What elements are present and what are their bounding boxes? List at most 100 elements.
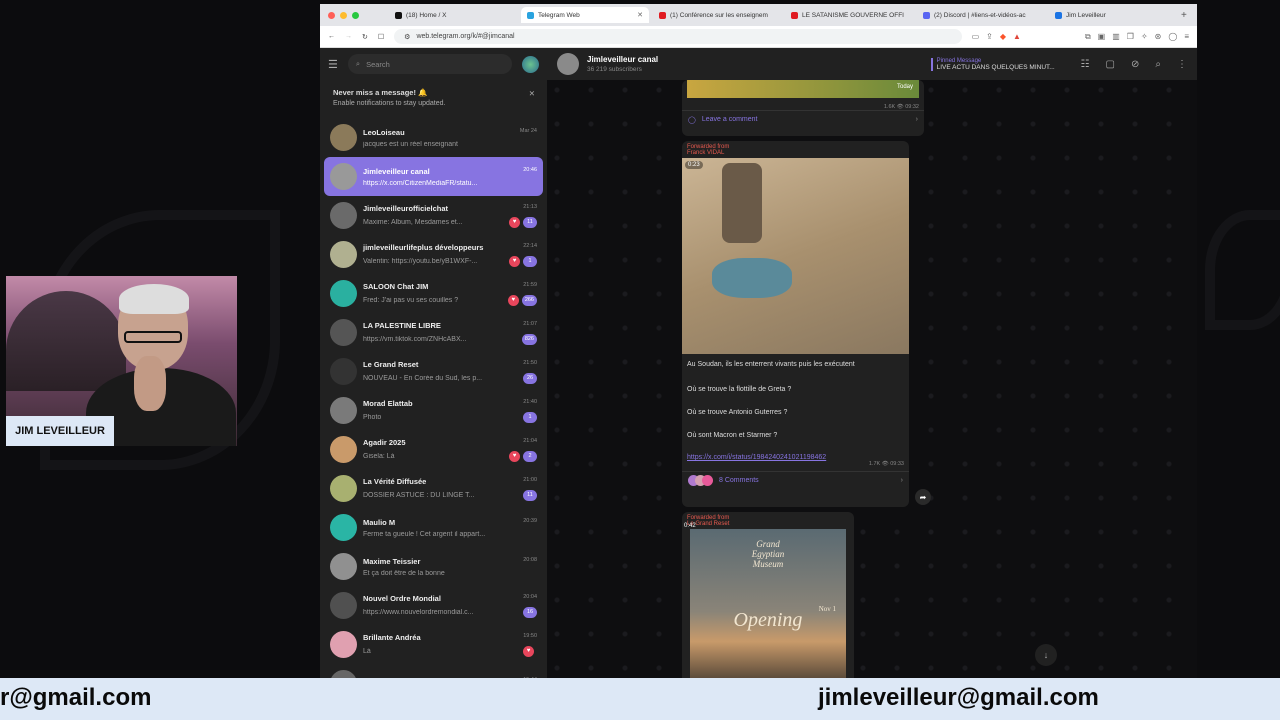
bookmark-icon[interactable]: ☐ bbox=[378, 33, 384, 41]
chat-list-item[interactable]: LA PALESTINE LIBRE 21:07 https://vm.tiktok… bbox=[324, 313, 543, 352]
chat-time: 21:13 bbox=[523, 203, 537, 210]
video-thumbnail[interactable]: 0:23 bbox=[682, 158, 909, 354]
close-tab-icon[interactable]: ✕ bbox=[637, 11, 643, 19]
chat-list-item[interactable]: Agadir 2025 21:04 Gisela: Là ♥ 2 bbox=[324, 430, 543, 469]
site-info-icon[interactable]: ⚙ bbox=[404, 33, 410, 41]
profile-icon[interactable]: ◯ bbox=[1168, 32, 1177, 42]
cast-icon[interactable]: ▭ bbox=[972, 32, 980, 42]
close-window-button[interactable] bbox=[328, 11, 335, 19]
chat-time: 20:08 bbox=[523, 556, 537, 563]
chat-preview: https://vm.tiktok.com/ZNHcABX... bbox=[363, 335, 467, 343]
chat-list-item[interactable]: Nouvel Ordre Mondial 20:04 https://www.nou… bbox=[324, 586, 543, 625]
browser-window: (18) Home / X Telegram Web ✕ (1) Conférence… bbox=[320, 4, 1197, 678]
video-duration: 0:42 bbox=[684, 523, 696, 529]
avatar bbox=[330, 670, 357, 678]
pinned-list-icon[interactable]: ☷ bbox=[1081, 59, 1090, 70]
message-link[interactable]: https://x.com/i/status/19842402410211984… bbox=[682, 454, 909, 461]
avatar bbox=[330, 553, 357, 580]
chat-preview: https://x.com/CitizenMediaFR/statu... bbox=[363, 179, 478, 187]
decorative-leaf bbox=[1205, 210, 1280, 330]
heart-reaction-icon: ♥ bbox=[509, 450, 520, 462]
menu-icon[interactable]: ≡ bbox=[1184, 32, 1189, 42]
chat-preview: Fred: J'ai pas vu ses couilles ? bbox=[363, 296, 459, 304]
close-icon[interactable]: ✕ bbox=[529, 89, 535, 98]
chat-list-item[interactable]: Maxime Teissier 20:08 Et ça doit être de l… bbox=[324, 547, 543, 586]
tab-label: (1) Conférence sur les enseignem bbox=[670, 11, 768, 19]
heart-reaction-icon: ♥ bbox=[507, 294, 519, 306]
chat-header[interactable]: Jimleveilleur canal 36 219 subscribers P… bbox=[547, 48, 1197, 80]
forward-icon[interactable]: → bbox=[345, 33, 352, 40]
extensions-puzzle-icon[interactable]: ✧ bbox=[1141, 32, 1148, 42]
share-icon[interactable]: ⇪ bbox=[986, 32, 993, 42]
browser-tab[interactable]: Telegram Web ✕ bbox=[521, 7, 649, 23]
comments-button[interactable]: 8 Comments › bbox=[682, 471, 909, 489]
chat-time: 21:07 bbox=[523, 320, 537, 327]
notification-banner[interactable]: Never miss a message! 🔔 Enable notificat… bbox=[326, 84, 541, 114]
chat-list-item[interactable]: Morad Elattab 21:40 Photo 1 bbox=[324, 391, 543, 430]
search-icon[interactable]: ⌕ bbox=[1155, 59, 1161, 70]
chat-preview: Et ça doit être de la bonne bbox=[363, 569, 445, 577]
maximize-window-button[interactable] bbox=[352, 11, 359, 19]
message-bubble[interactable]: Forwarded from Le Grand Reset 0:42 Grand… bbox=[682, 512, 854, 678]
chat-time: 22:14 bbox=[523, 242, 537, 249]
avatar bbox=[330, 241, 357, 268]
leave-comment-button[interactable]: ◯ Leave a comment › bbox=[682, 110, 924, 128]
avatar bbox=[330, 280, 357, 307]
chat-list-item[interactable]: LeoLoiseau Mar 24 jacques est un réel ense… bbox=[324, 118, 543, 157]
mute-icon[interactable]: ⊘ bbox=[1131, 59, 1139, 70]
person-hand bbox=[134, 356, 166, 411]
sidebar-toggle-icon[interactable]: ▥ bbox=[1112, 32, 1120, 42]
back-icon[interactable]: ← bbox=[328, 33, 335, 40]
chat-list-item[interactable]: SALOON Chat JIM 21:59 Fred: J'ai pas vu se… bbox=[324, 274, 543, 313]
chat-preview: Gisela: Là bbox=[363, 452, 395, 460]
tabs-icon[interactable]: ❐ bbox=[1127, 32, 1134, 42]
video-thumbnail[interactable]: 0:42 Grand Egyptian Museum Nov 1 Opening bbox=[684, 523, 846, 678]
channel-name: Jimleveilleur canal bbox=[587, 55, 659, 64]
chat-list-item[interactable]: Brillante Andréa 19:50 Là ♥ bbox=[324, 625, 543, 664]
message-image[interactable]: Today bbox=[687, 80, 919, 98]
chat-list-item[interactable]: Jean-Dominique Michel (Officiel)15:44 bbox=[324, 664, 543, 678]
poster-text: Egyptian bbox=[751, 549, 785, 559]
tab-favicon-icon bbox=[659, 11, 666, 19]
chat-name: Jimleveilleur canal bbox=[363, 166, 430, 176]
comments-icon[interactable]: ▢ bbox=[1106, 59, 1115, 70]
rewards-icon[interactable]: ▲ bbox=[1013, 32, 1021, 42]
chat-preview: Valentin: https://youtu.be/yB1WXF-... bbox=[363, 257, 478, 265]
message-bubble[interactable]: Today 1.6K 👁 09:32 ◯ Leave a comment › bbox=[682, 80, 924, 136]
brave-shield-icon[interactable]: ◆ bbox=[1000, 32, 1006, 42]
chat-name: SALOON Chat JIM bbox=[363, 281, 429, 291]
browser-tab[interactable]: Jim Leveilleur bbox=[1049, 7, 1177, 23]
channel-avatar[interactable] bbox=[557, 53, 579, 75]
message-bubble[interactable]: Forwarded from Franck VIDAL 0:23 Au Soud… bbox=[682, 141, 909, 507]
reload-icon[interactable]: ↻ bbox=[362, 33, 368, 41]
search-placeholder: Search bbox=[366, 59, 390, 69]
scroll-down-button[interactable]: ↓ bbox=[1035, 644, 1057, 666]
forwarded-source[interactable]: Franck VIDAL bbox=[682, 150, 909, 158]
browser-tab[interactable]: (2) Discord | #liens-et-vidéos-ac bbox=[917, 7, 1045, 23]
account-avatar[interactable] bbox=[522, 55, 539, 73]
notice-title: Never miss a message! 🔔 bbox=[333, 88, 428, 97]
browser-tab[interactable]: LE SATANISME GOUVERNE OFFI bbox=[785, 7, 913, 23]
browser-tab[interactable]: (18) Home / X bbox=[389, 7, 517, 23]
more-options-icon[interactable]: ⋮ bbox=[1177, 59, 1187, 70]
share-message-button[interactable]: ➦ bbox=[915, 489, 931, 505]
extension-icon[interactable]: ⧉ bbox=[1085, 32, 1091, 42]
telegram-app: ☰ ⌕ Search Never miss a message! 🔔 Enabl… bbox=[320, 48, 1197, 678]
pinned-message[interactable]: Pinned Message LIVE ACTU DANS QUELQUES M… bbox=[930, 57, 1059, 71]
browser-tab[interactable]: (1) Conférence sur les enseignem bbox=[653, 7, 781, 23]
hamburger-menu-icon[interactable]: ☰ bbox=[328, 58, 338, 71]
vpn-icon[interactable]: ⊛ bbox=[1155, 32, 1162, 42]
email-ticker-left: r@gmail.com bbox=[0, 684, 152, 711]
url-field[interactable]: ⚙ web.telegram.org/k/#@jimcanal bbox=[394, 29, 962, 44]
chat-list-item[interactable]: La Vérité Diffusée 21:00 DOSSIER ASTUCE : … bbox=[324, 469, 543, 508]
search-input[interactable]: ⌕ Search bbox=[347, 54, 512, 74]
minimize-window-button[interactable] bbox=[340, 11, 347, 19]
chat-list-item[interactable]: Maulio M 20:39 Ferme ta gueule ! Cet argen… bbox=[324, 508, 543, 547]
chat-list-item[interactable]: Jimleveilleur canal 20:46 https://x.com/Ci… bbox=[324, 157, 543, 196]
chat-list-item[interactable]: jimleveilleurlifeplus développeurs 22:14 V… bbox=[324, 235, 543, 274]
wallet-icon[interactable]: ▣ bbox=[1098, 32, 1106, 42]
chat-list-item[interactable]: Le Grand Reset 21:50 NOUVEAU - En Corée du… bbox=[324, 352, 543, 391]
forwarded-source[interactable]: Le Grand Reset bbox=[682, 521, 854, 529]
new-tab-button[interactable]: + bbox=[1181, 10, 1187, 21]
chat-list-item[interactable]: Jimleveilleurofficielchat 21:13 Maxime: Al… bbox=[324, 196, 543, 235]
